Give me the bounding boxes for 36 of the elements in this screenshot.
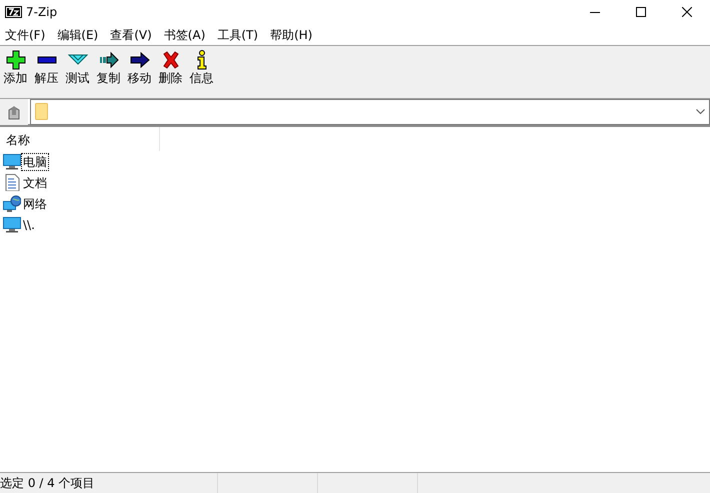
menu-item[interactable]: 编辑(E) bbox=[52, 24, 106, 44]
document-icon bbox=[3, 174, 21, 191]
cross-icon bbox=[160, 50, 180, 70]
menu-item[interactable]: 文件(F) bbox=[0, 24, 52, 44]
menu-item[interactable]: 书签(A) bbox=[158, 24, 212, 44]
info-button[interactable]: 信息 bbox=[186, 50, 217, 86]
column-header[interactable]: 名称 bbox=[0, 127, 160, 151]
plus-icon bbox=[6, 50, 26, 70]
network-icon bbox=[3, 195, 21, 212]
computer-icon bbox=[3, 153, 21, 170]
status-text: 选定 0 / 4 个项目 bbox=[0, 476, 95, 490]
close-icon bbox=[682, 7, 692, 17]
menu-item[interactable]: 查看(V) bbox=[105, 24, 159, 44]
arrow-icon bbox=[98, 50, 118, 70]
up-folder-button[interactable] bbox=[0, 98, 28, 124]
delete-button[interactable]: 删除 bbox=[155, 50, 186, 86]
extract-button[interactable]: 解压 bbox=[31, 50, 62, 86]
copy-button[interactable]: 复制 bbox=[93, 50, 124, 86]
file-name[interactable]: \\. bbox=[21, 216, 37, 234]
window-title: 7-Zip bbox=[26, 4, 58, 21]
folder-icon bbox=[35, 103, 48, 120]
add-button[interactable]: 添加 bbox=[0, 50, 31, 86]
file-name[interactable]: 电脑 bbox=[21, 152, 49, 170]
address-field[interactable] bbox=[30, 98, 710, 124]
maximize-icon bbox=[636, 7, 646, 17]
menu-item[interactable]: 工具(T) bbox=[212, 24, 266, 44]
arrow-icon bbox=[130, 50, 150, 70]
computer-icon bbox=[3, 216, 21, 233]
test-button[interactable]: 测试 bbox=[62, 50, 93, 86]
file-name[interactable]: 文档 bbox=[21, 174, 49, 192]
up-arrow-icon bbox=[7, 104, 21, 120]
menu-item[interactable]: 帮助(H) bbox=[265, 24, 320, 44]
dropdown-caret-icon bbox=[696, 109, 705, 114]
move-button[interactable]: 移动 bbox=[124, 50, 155, 86]
file-name[interactable]: 网络 bbox=[21, 194, 49, 212]
app-logo-icon bbox=[5, 6, 22, 18]
